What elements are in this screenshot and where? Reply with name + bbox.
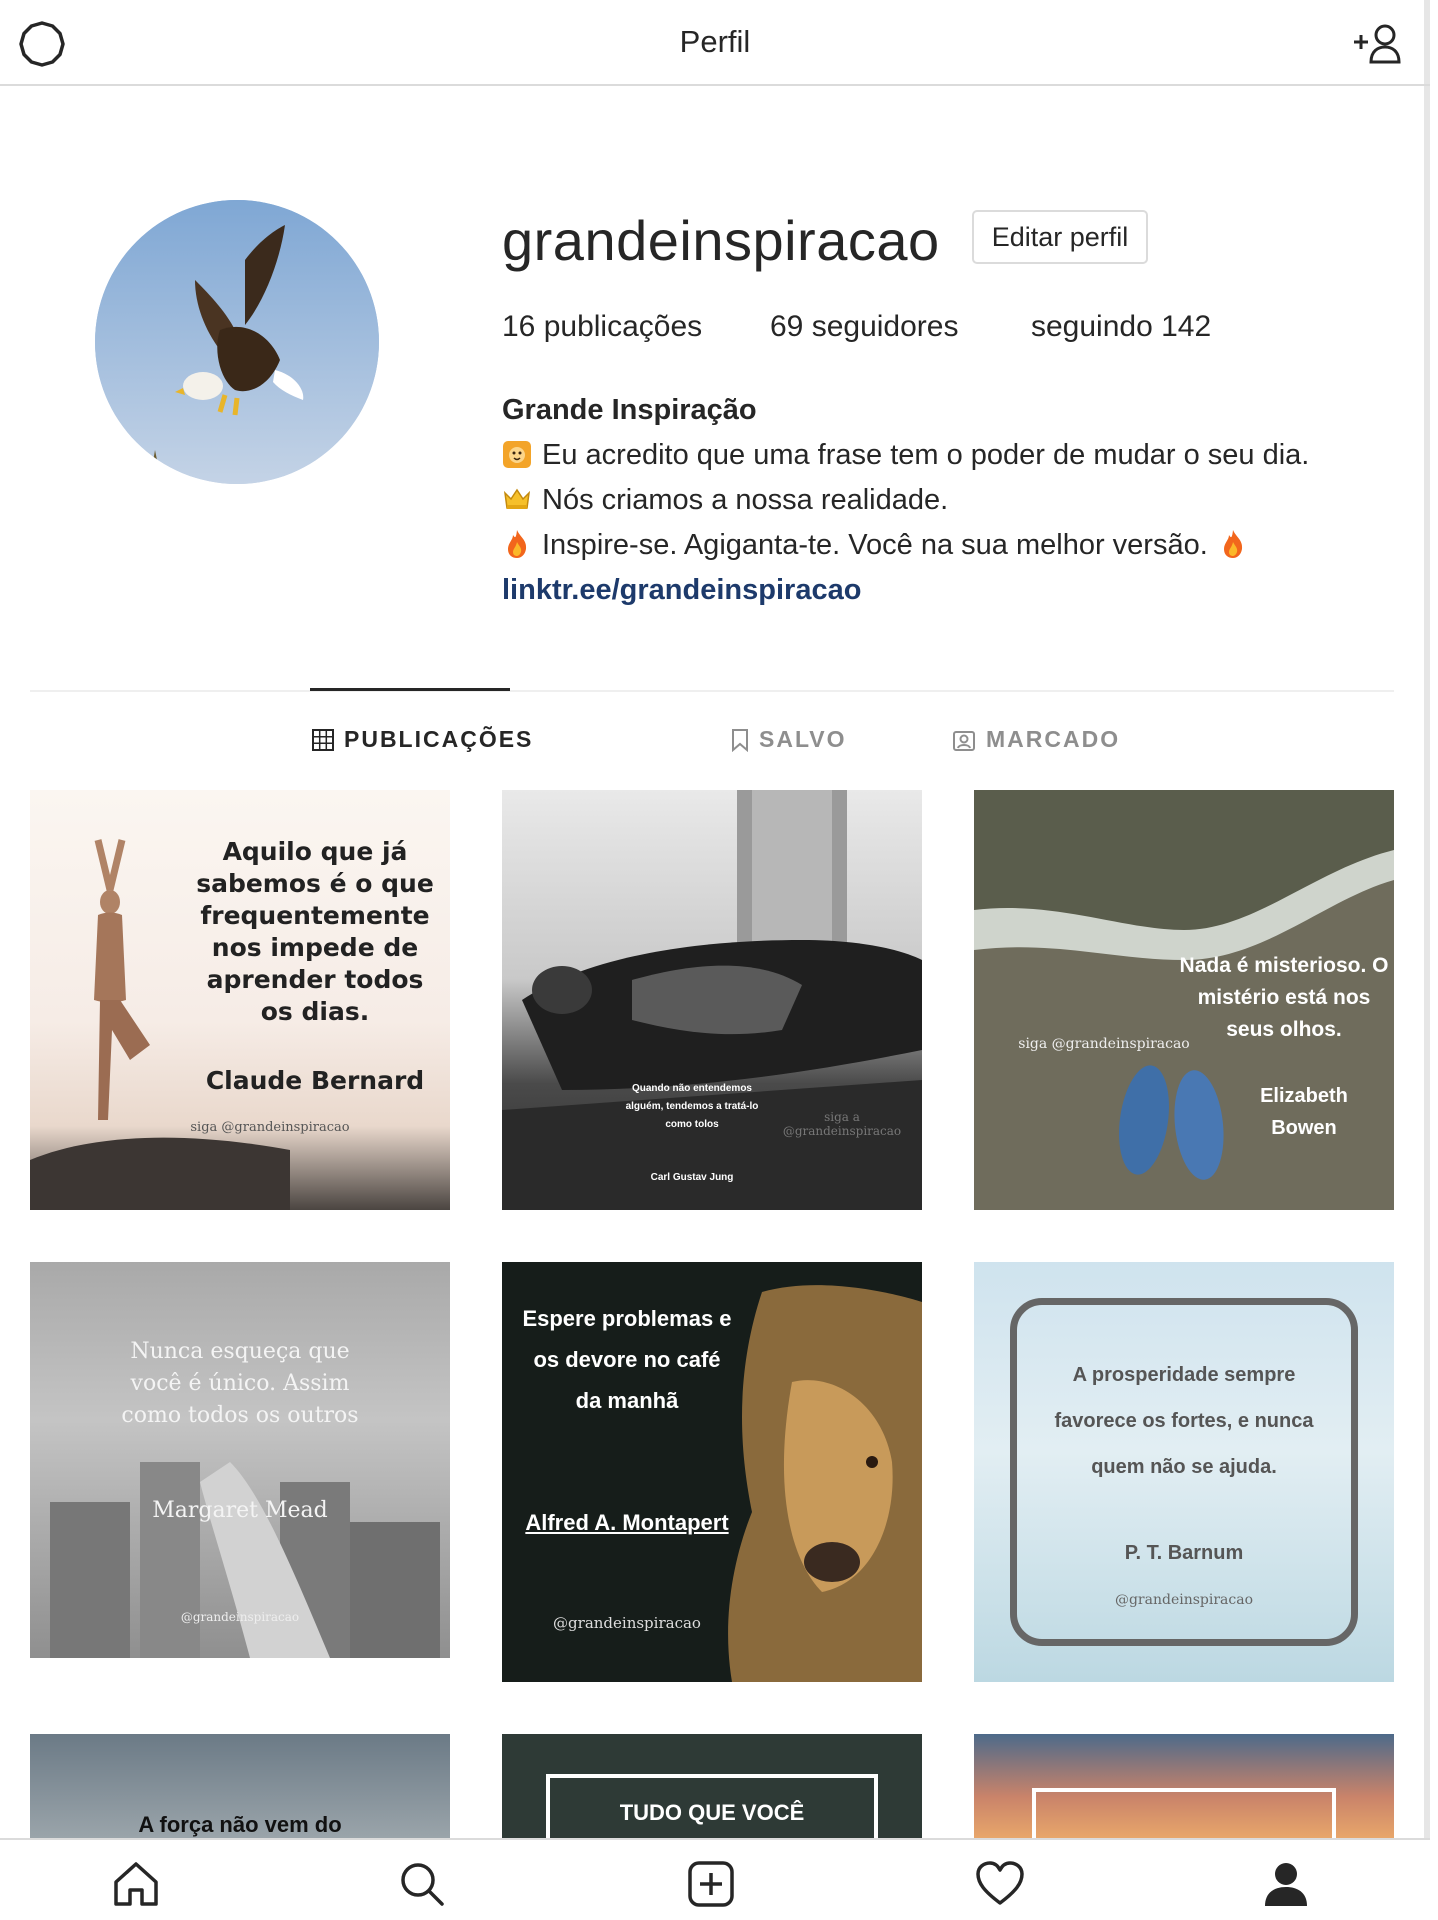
post-author: Margaret Mead <box>152 1498 328 1523</box>
grid-icon <box>312 728 334 751</box>
new-post-icon[interactable] <box>685 1858 737 1910</box>
post-tile[interactable]: Nada é misterioso. O mistério está nos s… <box>974 790 1394 1210</box>
tabs-divider <box>30 690 1394 692</box>
bookmark-icon <box>732 728 748 752</box>
bio-line-3: Inspire-se. Agiganta-te. Você na sua mel… <box>502 523 1309 568</box>
tagged-icon <box>953 730 975 751</box>
post-handle: @grandeinspiracao <box>180 1610 300 1624</box>
post-tile[interactable]: A prosperidade sempre favorece os fortes… <box>974 1262 1394 1682</box>
lion-emoji-icon <box>503 441 531 468</box>
top-bar: Perfil <box>0 0 1430 86</box>
post-tile[interactable]: Nunca esqueça que você é único. Assim co… <box>30 1262 450 1658</box>
post-tile[interactable]: TUDO QUE VOCÊ <box>502 1734 922 1838</box>
post-tile[interactable]: Espere problemas e os devore no café da … <box>502 1262 922 1682</box>
profile-username: grandeinspiracao <box>502 209 940 272</box>
tab-saved-label: SALVO <box>759 726 847 752</box>
post-author: P. T. Barnum <box>1124 1542 1244 1564</box>
post-quote: A prosperidade sempre favorece os fortes… <box>1054 1364 1314 1478</box>
post-author: Elizabeth Bowen <box>1260 1085 1348 1139</box>
bio-link[interactable]: linktr.ee/grandeinspiracao <box>502 568 1309 613</box>
post-tile[interactable]: Aquilo que já sabemos é o que frequentem… <box>30 790 450 1210</box>
bio-line-1: Eu acredito que uma frase tem o poder de… <box>502 433 1309 478</box>
profile-avatar[interactable] <box>95 200 379 484</box>
app-frame: Perfil grandeinspiracao Editar perfil 16… <box>0 0 1430 1920</box>
profile-icon[interactable] <box>1260 1858 1312 1910</box>
crown-emoji-icon <box>503 488 531 509</box>
following-count[interactable]: seguindo 142 <box>1031 310 1211 344</box>
tab-posts-label: PUBLICAÇÕES <box>344 726 534 752</box>
tab-posts[interactable]: PUBLICAÇÕES <box>312 726 533 753</box>
tab-tagged-label: MARCADO <box>986 726 1121 752</box>
bio-text-1: Eu acredito que uma frase tem o poder de… <box>542 439 1310 471</box>
profile-bio: Grande Inspiração Eu acredito que uma fr… <box>502 388 1309 613</box>
tab-tagged[interactable]: MARCADO <box>952 726 1120 753</box>
post-tile[interactable]: A força não vem do <box>30 1734 450 1838</box>
bio-text-2: Nós criamos a nossa realidade. <box>542 484 949 516</box>
post-quote: Nada é misterioso. O mistério está nos s… <box>1179 954 1389 1041</box>
fire-emoji-icon <box>508 530 527 558</box>
post-image <box>502 790 922 1210</box>
active-tab-indicator <box>310 688 510 691</box>
profile-display-name: Grande Inspiração <box>502 394 757 426</box>
post-quote: Nunca esqueça que você é único. Assim co… <box>121 1339 359 1428</box>
eagle-image <box>95 200 379 484</box>
post-handle: siga @grandeinspiracao <box>190 1120 350 1135</box>
post-tile[interactable] <box>974 1734 1394 1838</box>
post-handle: siga @grandeinspiracao <box>1018 1036 1190 1052</box>
post-quote: Quando não entendemos alguém, tendemos a… <box>625 1083 759 1130</box>
heart-icon[interactable] <box>974 1858 1026 1910</box>
post-author: Alfred A. Montapert <box>525 1510 729 1535</box>
followers-count[interactable]: 69 seguidores <box>770 310 958 344</box>
add-user-icon[interactable] <box>1350 20 1404 68</box>
post-author: Claude Bernard <box>205 1066 425 1095</box>
post-quote: A força não vem do <box>138 1812 342 1837</box>
post-handle: @grandeinspiracao <box>1114 1592 1254 1608</box>
post-handle: siga a @grandeinspiracao <box>782 1110 902 1138</box>
post-quote: Espere problemas e os devore no café da … <box>522 1306 732 1413</box>
bottom-nav <box>0 1838 1430 1920</box>
post-image <box>50 1462 440 1658</box>
quote-frame <box>1032 1788 1336 1838</box>
fire-emoji-icon <box>1223 530 1242 558</box>
posts-count: 16 publicações <box>502 310 703 343</box>
post-author: Carl Gustav Jung <box>650 1172 734 1183</box>
post-quote: Aquilo que já sabemos é o que frequentem… <box>196 837 434 1026</box>
bio-line-2: Nós criamos a nossa realidade. <box>502 478 1309 523</box>
home-icon[interactable] <box>110 1858 162 1910</box>
page-title: Perfil <box>679 24 751 59</box>
post-handle: @grandeinspiracao <box>553 1614 701 1632</box>
search-icon[interactable] <box>396 1858 448 1910</box>
tab-saved[interactable]: SALVO <box>731 726 847 753</box>
post-quote: TUDO QUE VOCÊ <box>619 1800 805 1825</box>
edit-profile-button[interactable]: Editar perfil <box>972 210 1148 264</box>
post-tile[interactable]: Quando não entendemos alguém, tendemos a… <box>502 790 922 1210</box>
bio-text-3: Inspire-se. Agiganta-te. Você na sua mel… <box>542 529 1208 561</box>
